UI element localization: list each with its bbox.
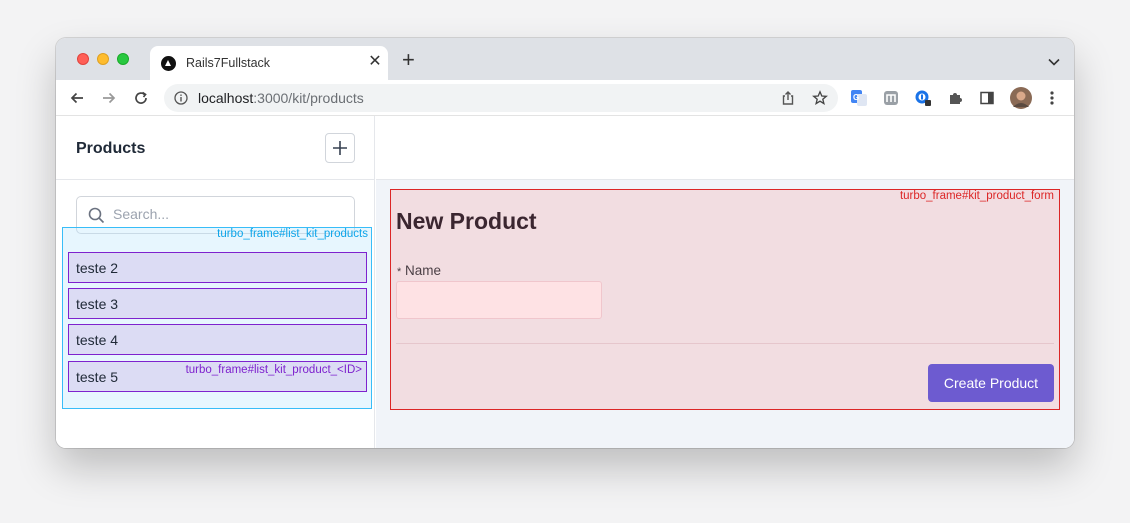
form-title: New Product: [396, 208, 537, 234]
search-icon: [88, 207, 105, 229]
tab-bar: Rails7Fullstack ✕ +: [56, 38, 1074, 80]
sidebar-header: Products: [56, 116, 374, 180]
site-favicon-icon: [161, 56, 176, 71]
tab-close-icon[interactable]: ✕: [366, 54, 384, 70]
product-list-item[interactable]: teste 3: [68, 288, 367, 319]
new-tab-button[interactable]: +: [402, 49, 415, 71]
product-name: teste 3: [76, 296, 119, 312]
bookmark-star-icon[interactable]: [811, 89, 829, 107]
form-divider: [396, 343, 1054, 344]
close-window-button[interactable]: [77, 53, 89, 65]
product-name: teste 2: [76, 260, 119, 276]
products-sidebar: Products turbo_frame#list_kit_products t…: [56, 116, 375, 448]
frame-label: turbo_frame#list_kit_products: [217, 228, 368, 240]
active-tab[interactable]: Rails7Fullstack ✕: [150, 46, 388, 80]
forward-arrow-icon[interactable]: [100, 89, 118, 107]
tab-title: Rails7Fullstack: [186, 56, 271, 70]
frame-label: turbo_frame#kit_product_form: [899, 190, 1054, 202]
maximize-window-button[interactable]: [117, 53, 129, 65]
reload-icon[interactable]: [132, 89, 150, 107]
plus-icon: [333, 141, 347, 155]
page-content: Products turbo_frame#list_kit_products t…: [56, 116, 1074, 448]
search-input[interactable]: [113, 206, 343, 222]
profile-avatar[interactable]: [1010, 87, 1032, 109]
site-info-icon[interactable]: [174, 91, 188, 110]
add-product-button[interactable]: [325, 133, 355, 163]
share-icon[interactable]: [779, 89, 797, 107]
minimize-window-button[interactable]: [97, 53, 109, 65]
browser-menu-icon[interactable]: [1043, 89, 1061, 107]
required-mark: *: [397, 266, 402, 278]
name-field-label: * Name: [397, 263, 442, 278]
google-translate-icon[interactable]: G: [850, 89, 868, 107]
side-panel-icon[interactable]: [978, 89, 996, 107]
product-name: teste 5: [76, 369, 119, 385]
password-manager-icon[interactable]: [914, 89, 932, 107]
list-kit-products-frame: turbo_frame#list_kit_products teste 2 te…: [62, 227, 372, 409]
product-list-item[interactable]: teste 5 turbo_frame#list_kit_product_<ID…: [68, 361, 367, 392]
main-header: [376, 116, 1074, 180]
extensions-puzzle-icon[interactable]: [946, 89, 964, 107]
name-input[interactable]: [396, 281, 602, 319]
product-list-item[interactable]: teste 4: [68, 324, 367, 355]
tab-search-chevron-icon[interactable]: [1048, 53, 1060, 71]
url-text: localhost:3000/kit/products: [198, 90, 364, 106]
product-list-item[interactable]: teste 2: [68, 252, 367, 283]
page-title: Products: [76, 140, 146, 157]
product-name: teste 4: [76, 332, 119, 348]
back-arrow-icon[interactable]: [68, 89, 86, 107]
main-panel: turbo_frame#kit_product_form New Product…: [376, 116, 1074, 448]
kit-product-form-frame: turbo_frame#kit_product_form New Product…: [390, 189, 1060, 410]
browser-window: Rails7Fullstack ✕ + localhost:3000/kit/p…: [56, 38, 1074, 448]
svg-text:G: G: [853, 93, 859, 102]
extension-m-icon[interactable]: [882, 89, 900, 107]
create-product-button[interactable]: Create Product: [928, 364, 1054, 402]
address-bar[interactable]: localhost:3000/kit/products: [164, 84, 838, 112]
browser-toolbar: localhost:3000/kit/products G: [56, 80, 1074, 116]
frame-label: turbo_frame#list_kit_product_<ID>: [185, 364, 362, 376]
